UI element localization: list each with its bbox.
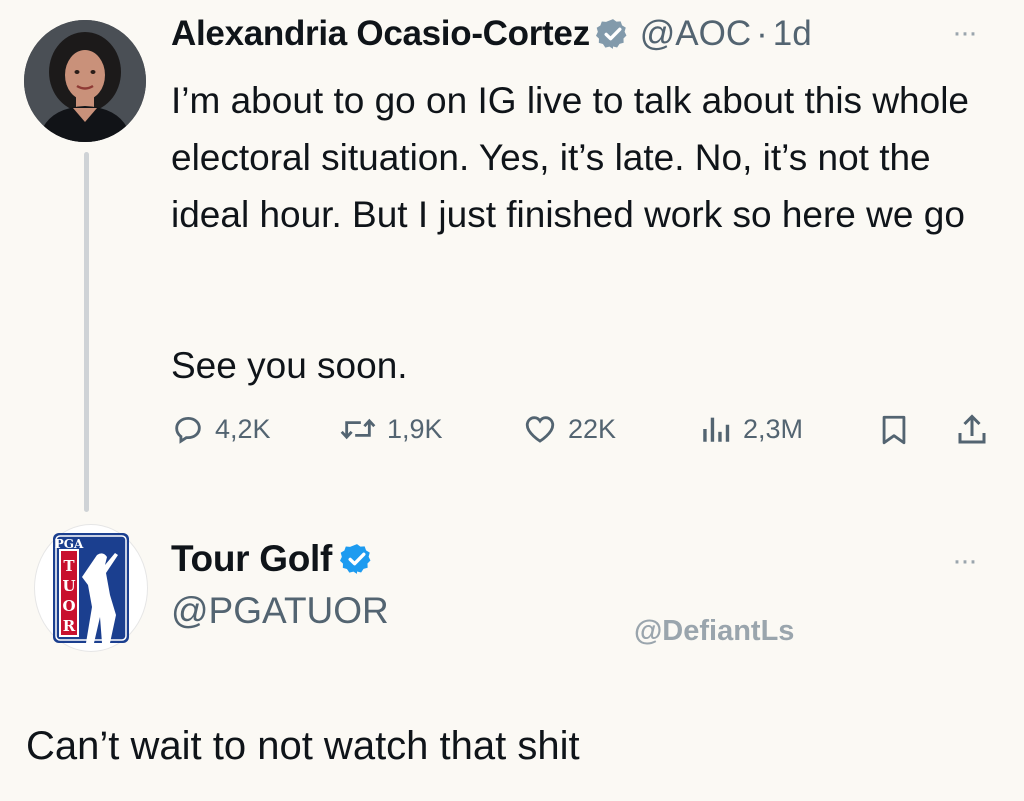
pga-logo-letter-4: R <box>63 617 76 635</box>
views-count: 2,3M <box>743 413 804 444</box>
meta-separator: · <box>756 14 768 53</box>
bookmark-icon <box>882 415 906 445</box>
pga-logo-letter-2: U <box>62 577 75 595</box>
author-handle[interactable]: @AOC <box>640 14 751 54</box>
reply-button[interactable]: 4,2K <box>171 412 271 446</box>
like-button[interactable]: 22K <box>522 412 616 446</box>
tweet-text-closing: See you soon. <box>171 345 408 386</box>
retweet-count: 1,9K <box>387 413 443 444</box>
meme-caption: Can’t wait to not watch that shit <box>26 724 580 768</box>
views-icon <box>703 417 730 442</box>
share-icon <box>958 414 986 444</box>
profile-photo <box>24 20 146 142</box>
share-button[interactable] <box>954 412 1000 448</box>
retweet-icon <box>340 418 376 440</box>
pga-logo-top-text: PGA <box>55 537 84 551</box>
retweet-button[interactable]: 1,9K <box>339 412 443 446</box>
reply-author-display-name[interactable]: Tour Golf <box>171 538 332 580</box>
reply-author-handle[interactable]: @PGATUOR <box>171 590 389 632</box>
blue-verified-badge-icon <box>340 542 374 576</box>
gray-verified-badge-icon <box>595 17 630 51</box>
reply-count: 4,2K <box>215 413 271 444</box>
avatar-pga[interactable]: PGA T U O R <box>34 524 148 652</box>
bookmark-button[interactable] <box>877 412 921 448</box>
like-count: 22K <box>568 413 617 444</box>
pga-logo-letter-1: T <box>63 557 75 575</box>
avatar-aoc[interactable] <box>24 20 146 142</box>
tweet-header: Alexandria Ocasio-Cortez @AOC · 1d <box>171 14 812 54</box>
more-options-icon[interactable]: ··· <box>952 16 978 50</box>
tweet-timestamp[interactable]: 1d <box>773 14 812 54</box>
thread-line <box>84 152 89 512</box>
watermark: @DefiantLs <box>634 615 795 647</box>
tweet-text: I’m about to go on IG live to talk about… <box>171 80 970 235</box>
pga-tour-logo: PGA T U O R <box>53 533 129 643</box>
reply-more-options-icon[interactable]: ··· <box>952 544 978 578</box>
like-icon <box>525 416 555 443</box>
reply-icon <box>175 416 201 444</box>
reply-author-header: Tour Golf <box>171 538 374 580</box>
author-display-name[interactable]: Alexandria Ocasio-Cortez <box>171 14 590 54</box>
pga-logo-letter-3: O <box>62 597 75 615</box>
views-button[interactable]: 2,3M <box>699 412 803 446</box>
